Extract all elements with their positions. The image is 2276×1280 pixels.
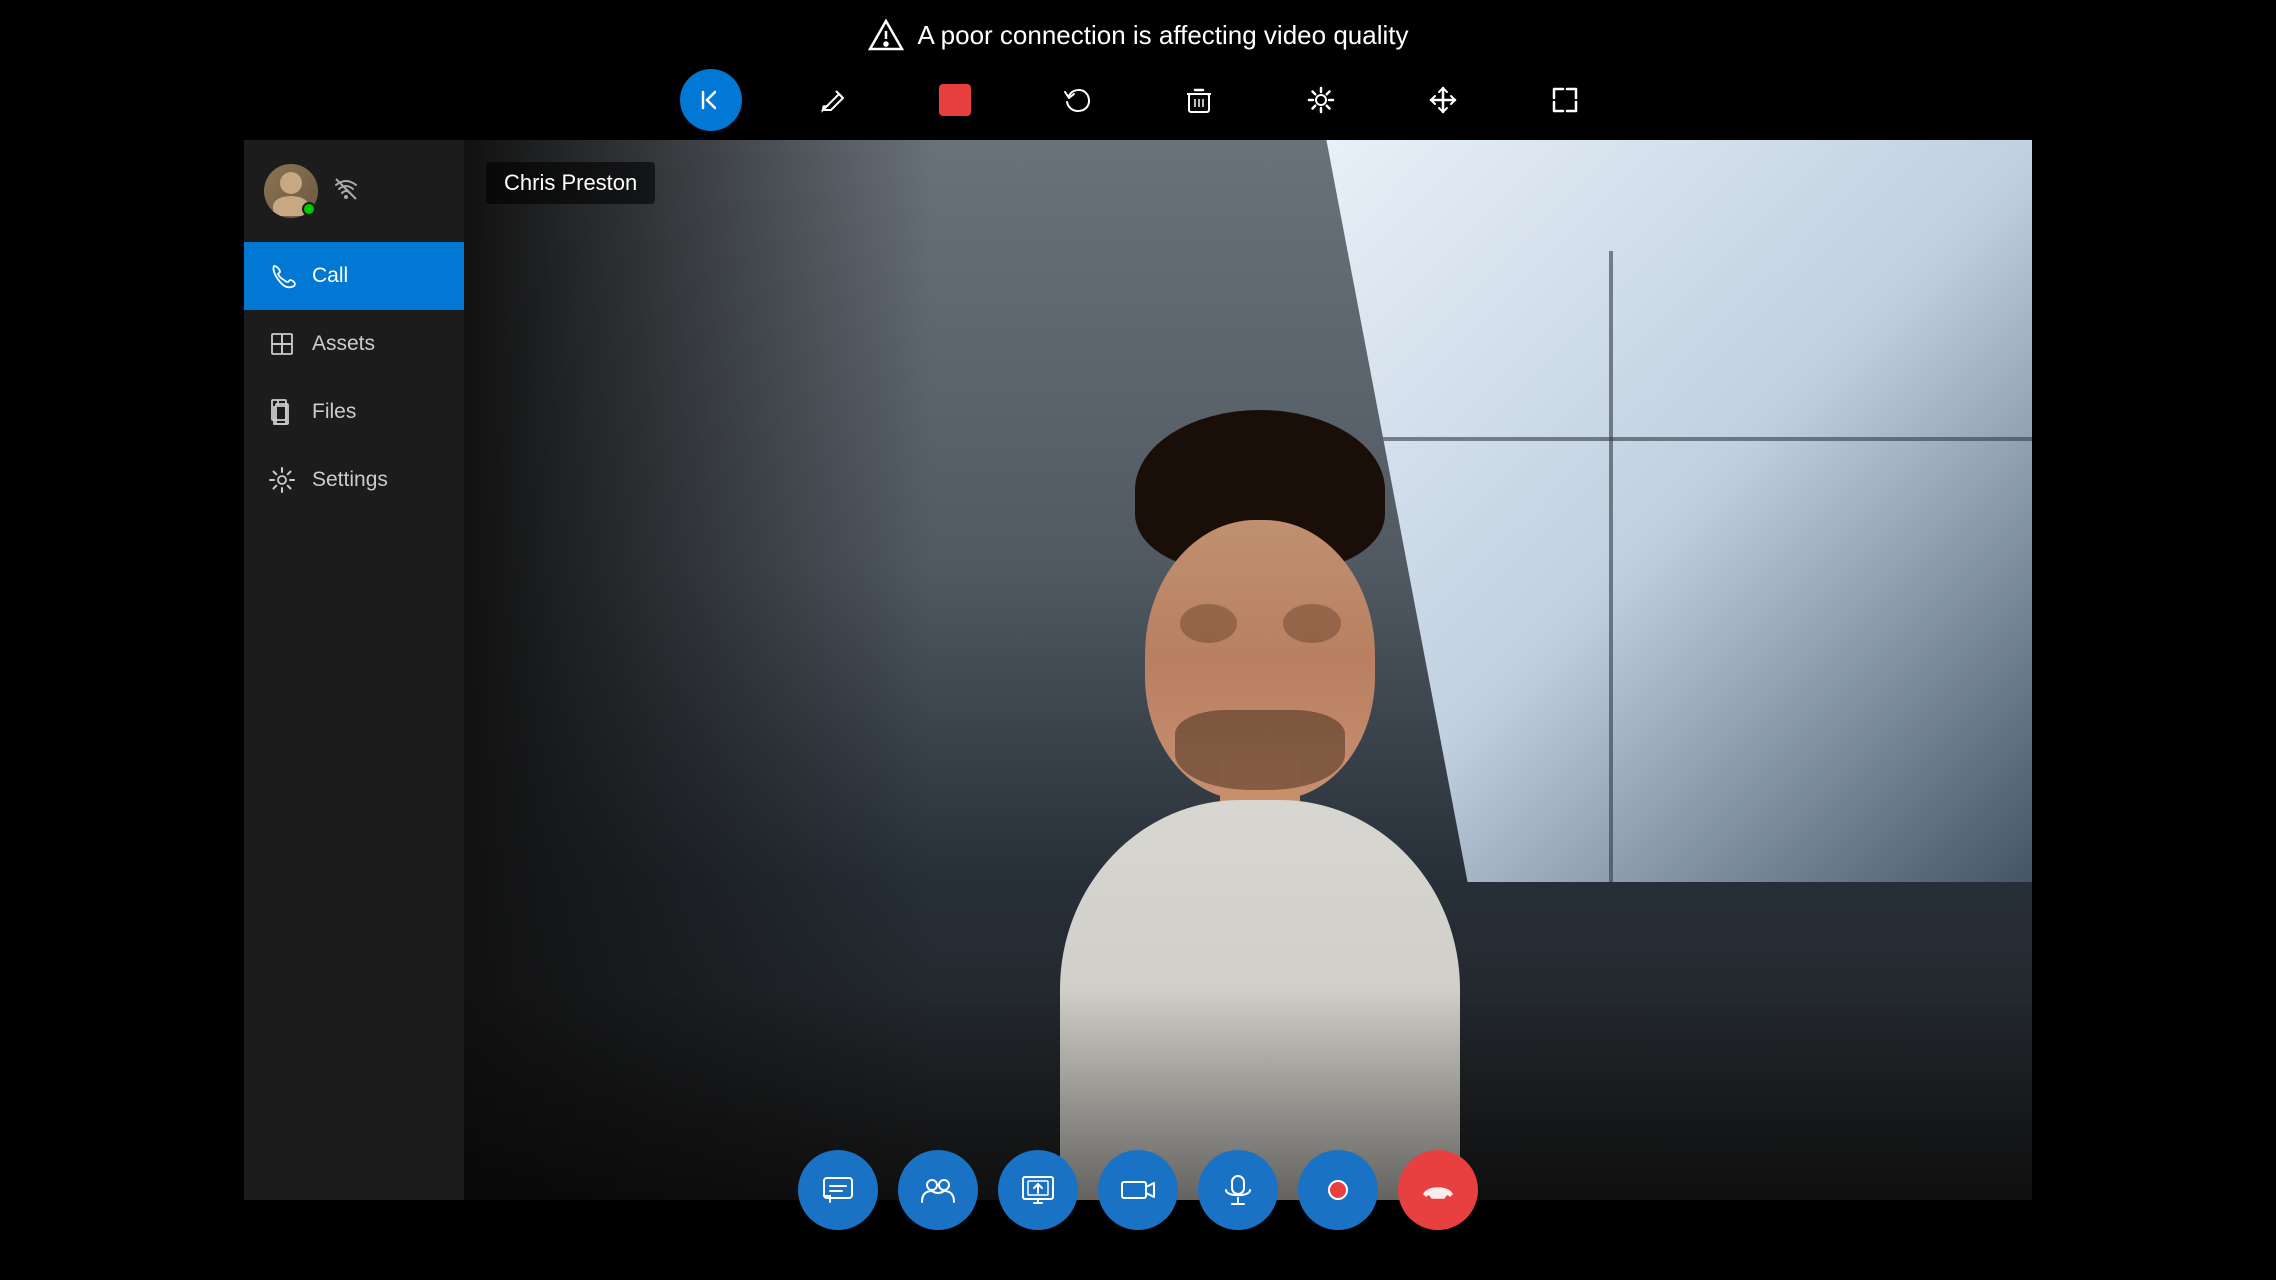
- call-controls: [0, 1150, 2276, 1230]
- pen-button[interactable]: [802, 69, 864, 131]
- hangup-button[interactable]: [1398, 1150, 1478, 1230]
- chat-button[interactable]: [798, 1150, 878, 1230]
- sidebar-item-assets[interactable]: Assets: [244, 310, 464, 378]
- person-beard: [1175, 710, 1345, 790]
- wifi-signal-icon: [332, 175, 360, 208]
- caller-name-badge: Chris Preston: [486, 162, 655, 204]
- sidebar-item-files[interactable]: Files: [244, 378, 464, 446]
- assets-label: Assets: [312, 332, 375, 356]
- avatar-container: [264, 164, 318, 218]
- settings-nav-icon: [268, 466, 296, 494]
- participants-button[interactable]: [898, 1150, 978, 1230]
- files-icon: [268, 398, 296, 426]
- files-label: Files: [312, 400, 356, 424]
- call-label: Call: [312, 264, 348, 288]
- delete-button[interactable]: [1168, 69, 1230, 131]
- warning-icon: [868, 17, 904, 53]
- toolbar: [0, 60, 2276, 140]
- undo-button[interactable]: [1046, 69, 1108, 131]
- warning-text: A poor connection is affecting video qua…: [918, 20, 1409, 51]
- screenshare-button[interactable]: [998, 1150, 1078, 1230]
- nav-items: Call Assets Files: [244, 242, 464, 1200]
- sidebar: Call Assets Files: [244, 140, 464, 1200]
- caller-name: Chris Preston: [504, 170, 637, 195]
- camera-button[interactable]: [1098, 1150, 1178, 1230]
- phone-icon: [268, 262, 296, 290]
- main-layout: Call Assets Files: [244, 140, 2032, 1200]
- video-scene: Chris Preston: [464, 140, 2032, 1200]
- stop-button[interactable]: [924, 69, 986, 131]
- user-profile: [244, 140, 464, 242]
- expand-button[interactable]: [1534, 69, 1596, 131]
- settings-gear-button[interactable]: [1290, 69, 1352, 131]
- settings-label: Settings: [312, 468, 388, 492]
- assets-icon: [268, 330, 296, 358]
- status-indicator: [302, 202, 316, 216]
- sidebar-item-call[interactable]: Call: [244, 242, 464, 310]
- mic-button[interactable]: [1198, 1150, 1278, 1230]
- sidebar-item-settings[interactable]: Settings: [244, 446, 464, 514]
- video-area: Chris Preston: [464, 140, 2032, 1200]
- back-button[interactable]: [680, 69, 742, 131]
- move-button[interactable]: [1412, 69, 1474, 131]
- record-button[interactable]: [1298, 1150, 1378, 1230]
